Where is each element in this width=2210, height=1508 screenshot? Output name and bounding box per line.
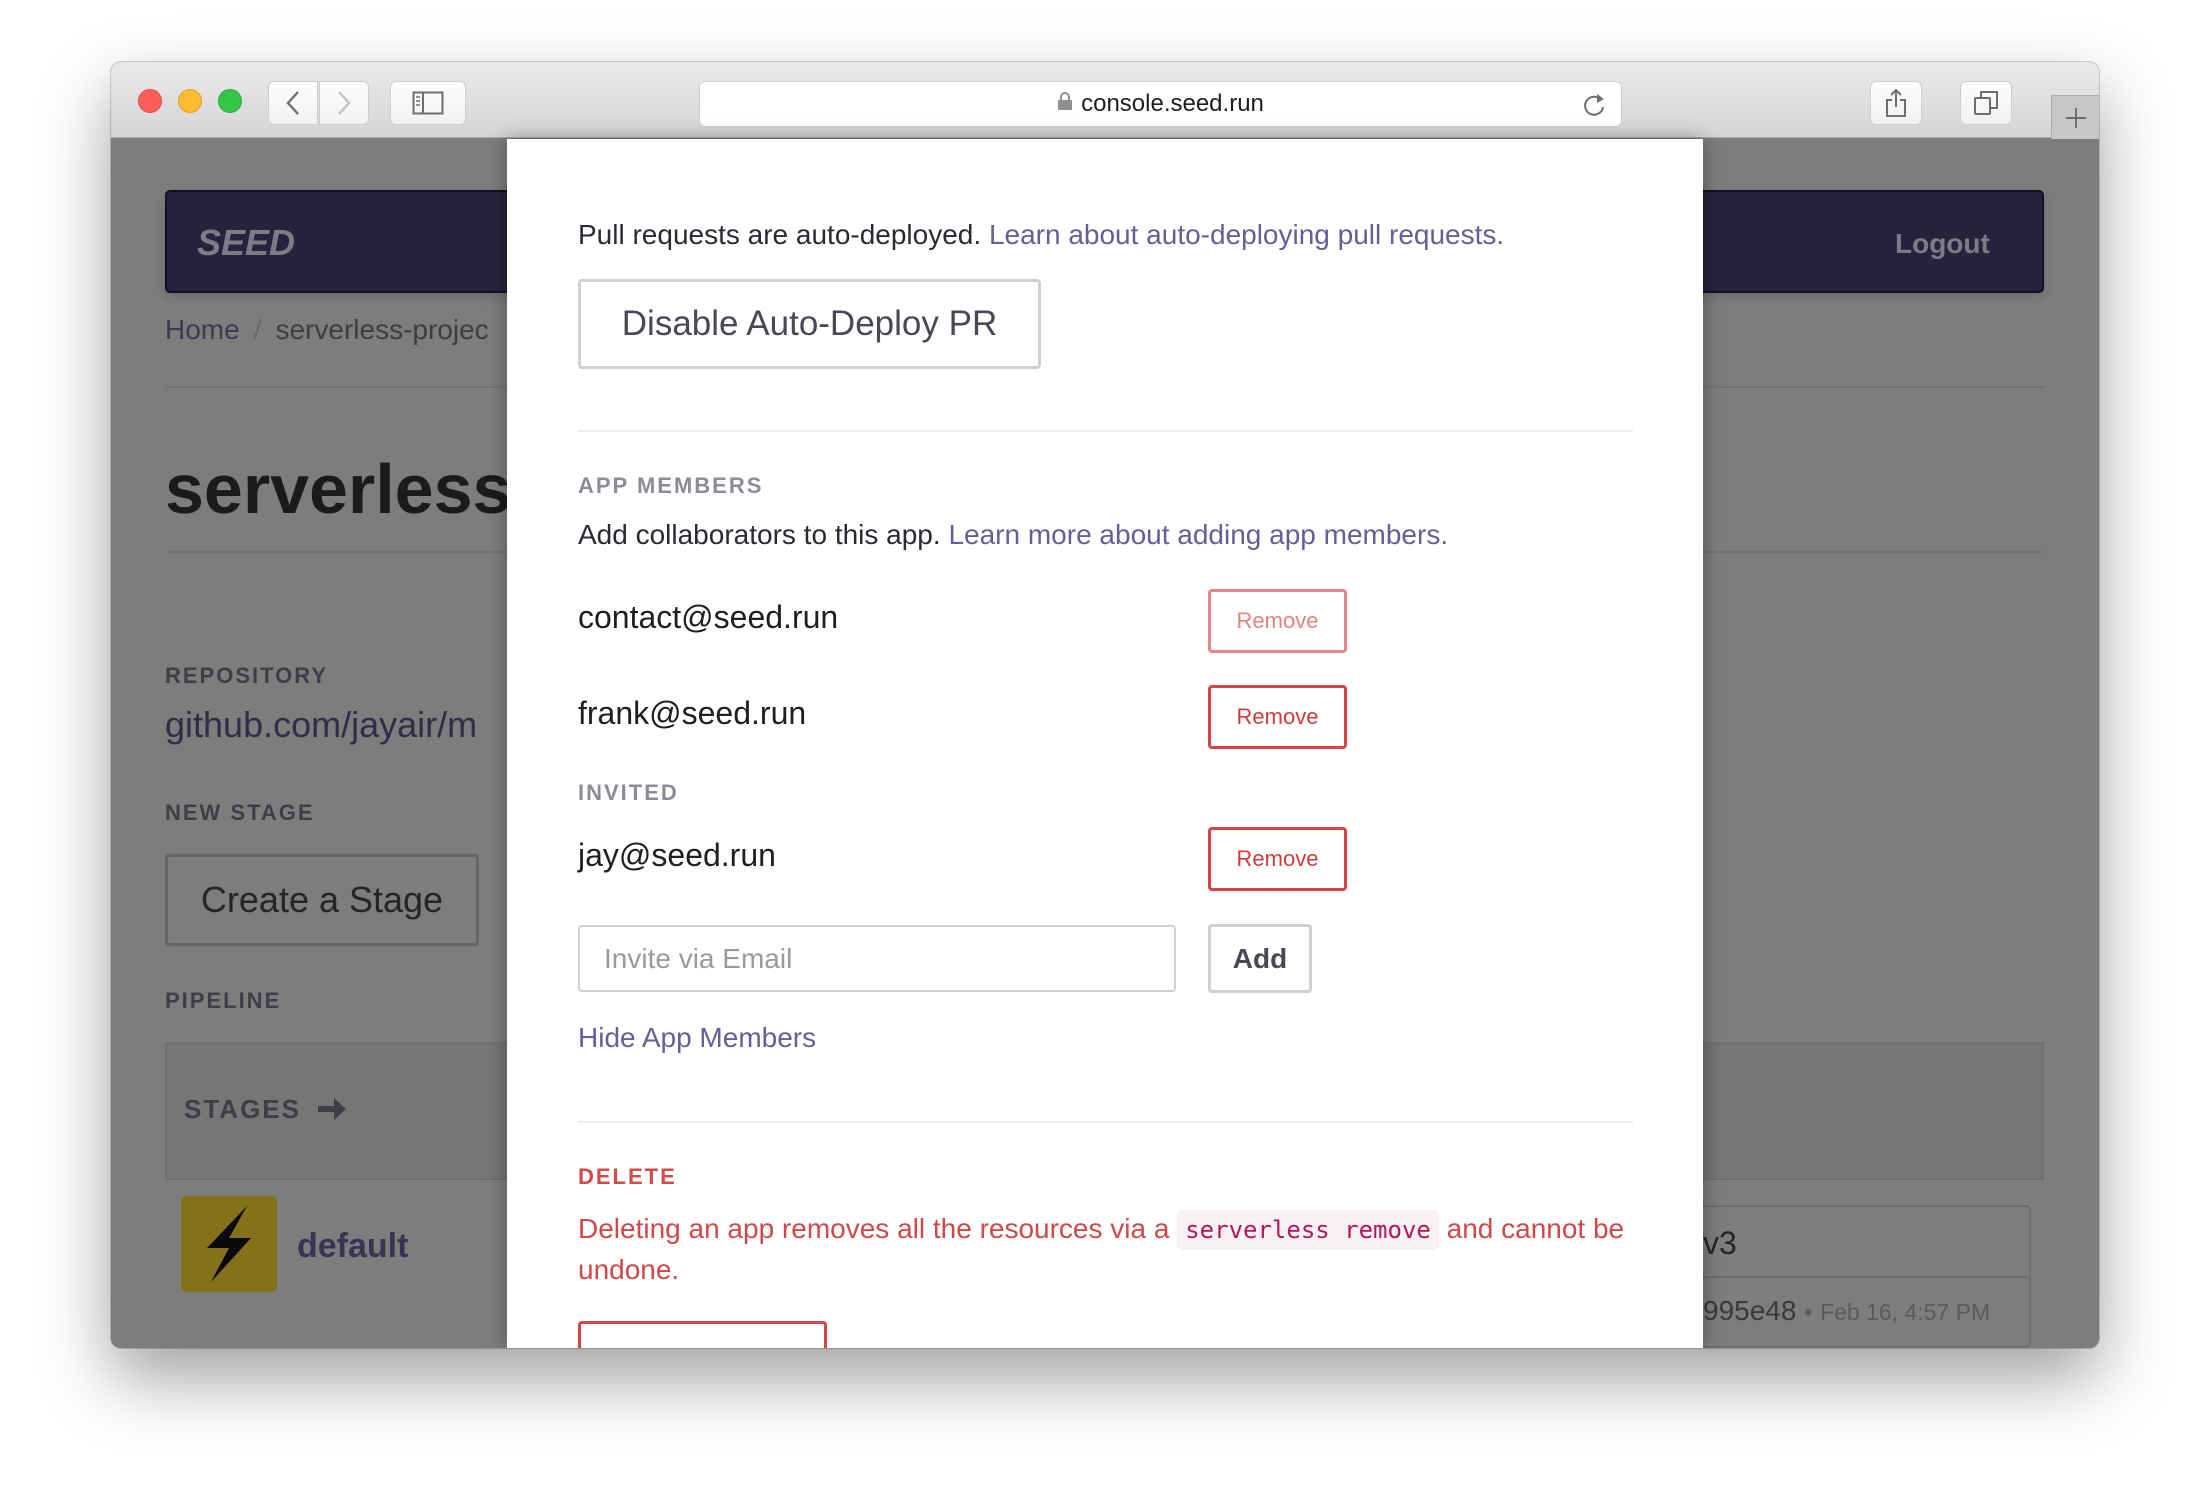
browser-toolbar: console.seed.run bbox=[111, 62, 2099, 139]
reload-icon[interactable] bbox=[1581, 91, 1607, 126]
minimize-window-button[interactable] bbox=[178, 89, 202, 113]
url-text: console.seed.run bbox=[1081, 90, 1264, 117]
build-time: Feb 16, 4:57 PM bbox=[1820, 1299, 1991, 1325]
stage-icon bbox=[181, 1196, 277, 1292]
pr-learn-link[interactable]: Learn about auto-deploying pull requests… bbox=[989, 219, 1504, 250]
breadcrumb-home[interactable]: Home bbox=[165, 314, 240, 345]
remove-invite-button[interactable]: Remove bbox=[1208, 827, 1347, 891]
breadcrumb-separator: / bbox=[253, 314, 262, 345]
app-members-learn-link[interactable]: Learn more about adding app members. bbox=[948, 519, 1448, 550]
invited-email: jay@seed.run bbox=[578, 837, 776, 873]
share-button[interactable] bbox=[1870, 81, 1922, 125]
share-icon bbox=[1886, 88, 1906, 117]
browser-window: console.seed.run SEED @seed.run Logout H… bbox=[111, 62, 2099, 1348]
pipeline-label: PIPELINE bbox=[165, 988, 282, 1013]
chevron-left-icon bbox=[286, 91, 299, 115]
app-members-description: Add collaborators to this app. Learn mor… bbox=[578, 519, 1449, 550]
back-button[interactable] bbox=[268, 81, 318, 125]
member-email: frank@seed.run bbox=[578, 695, 807, 731]
code-snippet: serverless remove bbox=[1177, 1210, 1439, 1250]
chevron-right-icon bbox=[338, 91, 351, 115]
app-members-label: APP MEMBERS bbox=[578, 473, 764, 498]
disable-auto-deploy-pr-button[interactable]: Disable Auto-Deploy PR bbox=[578, 279, 1041, 369]
build-meta: 995e48 • Feb 16, 4:57 PM bbox=[1703, 1295, 1990, 1327]
arrow-right-icon bbox=[318, 1098, 347, 1120]
maximize-window-button[interactable] bbox=[218, 89, 242, 113]
stages-label: STAGES bbox=[184, 1094, 348, 1125]
build-title: v3 bbox=[1703, 1225, 1737, 1261]
lock-icon bbox=[1057, 90, 1073, 118]
page-title: serverless bbox=[165, 450, 512, 528]
close-window-button[interactable] bbox=[138, 89, 162, 113]
remove-member-button[interactable]: Remove bbox=[1208, 685, 1347, 749]
member-email: contact@seed.run bbox=[578, 599, 839, 635]
logout-link[interactable]: Logout bbox=[1895, 228, 1990, 260]
sidebar-toggle-button[interactable] bbox=[390, 81, 466, 125]
stage-name[interactable]: default bbox=[297, 1227, 408, 1266]
divider bbox=[1673, 1276, 2029, 1278]
delete-label: DELETE bbox=[578, 1164, 677, 1189]
brand-logo[interactable]: SEED bbox=[197, 222, 295, 264]
new-stage-label: NEW STAGE bbox=[165, 800, 315, 825]
tabs-icon bbox=[1974, 91, 1998, 115]
build-card[interactable]: v3 995e48 • Feb 16, 4:57 PM bbox=[1671, 1205, 2031, 1348]
sidebar-icon bbox=[412, 91, 444, 115]
repository-label: REPOSITORY bbox=[165, 663, 329, 688]
plus-icon bbox=[2065, 107, 2086, 128]
meta-separator: • bbox=[1804, 1299, 1813, 1325]
pr-description: Pull requests are auto-deployed. Learn a… bbox=[578, 219, 1505, 250]
app-settings-modal: Pull requests are auto-deployed. Learn a… bbox=[507, 139, 1703, 1348]
remove-member-button[interactable]: Remove bbox=[1208, 589, 1347, 653]
add-member-button[interactable]: Add bbox=[1208, 924, 1312, 993]
divider bbox=[578, 430, 1633, 432]
breadcrumb: Home / serverless-projec bbox=[165, 314, 489, 346]
commit-hash: 995e48 bbox=[1703, 1295, 1797, 1326]
address-bar[interactable]: console.seed.run bbox=[699, 81, 1622, 127]
delete-app-button[interactable]: Delete App bbox=[578, 1321, 827, 1348]
create-stage-button[interactable]: Create a Stage bbox=[165, 854, 479, 946]
new-tab-button[interactable] bbox=[2051, 95, 2099, 139]
breadcrumb-current: serverless-projec bbox=[275, 314, 489, 345]
repository-link[interactable]: github.com/jayair/m bbox=[165, 704, 477, 746]
divider bbox=[578, 1121, 1633, 1123]
show-tabs-button[interactable] bbox=[1960, 81, 2012, 125]
lightning-icon bbox=[207, 1206, 251, 1282]
delete-warning: Deleting an app removes all the resource… bbox=[578, 1209, 1648, 1290]
invited-label: INVITED bbox=[578, 780, 679, 805]
invite-email-input[interactable] bbox=[578, 925, 1176, 992]
hide-app-members-link[interactable]: Hide App Members bbox=[578, 1022, 816, 1054]
forward-button[interactable] bbox=[319, 81, 369, 125]
